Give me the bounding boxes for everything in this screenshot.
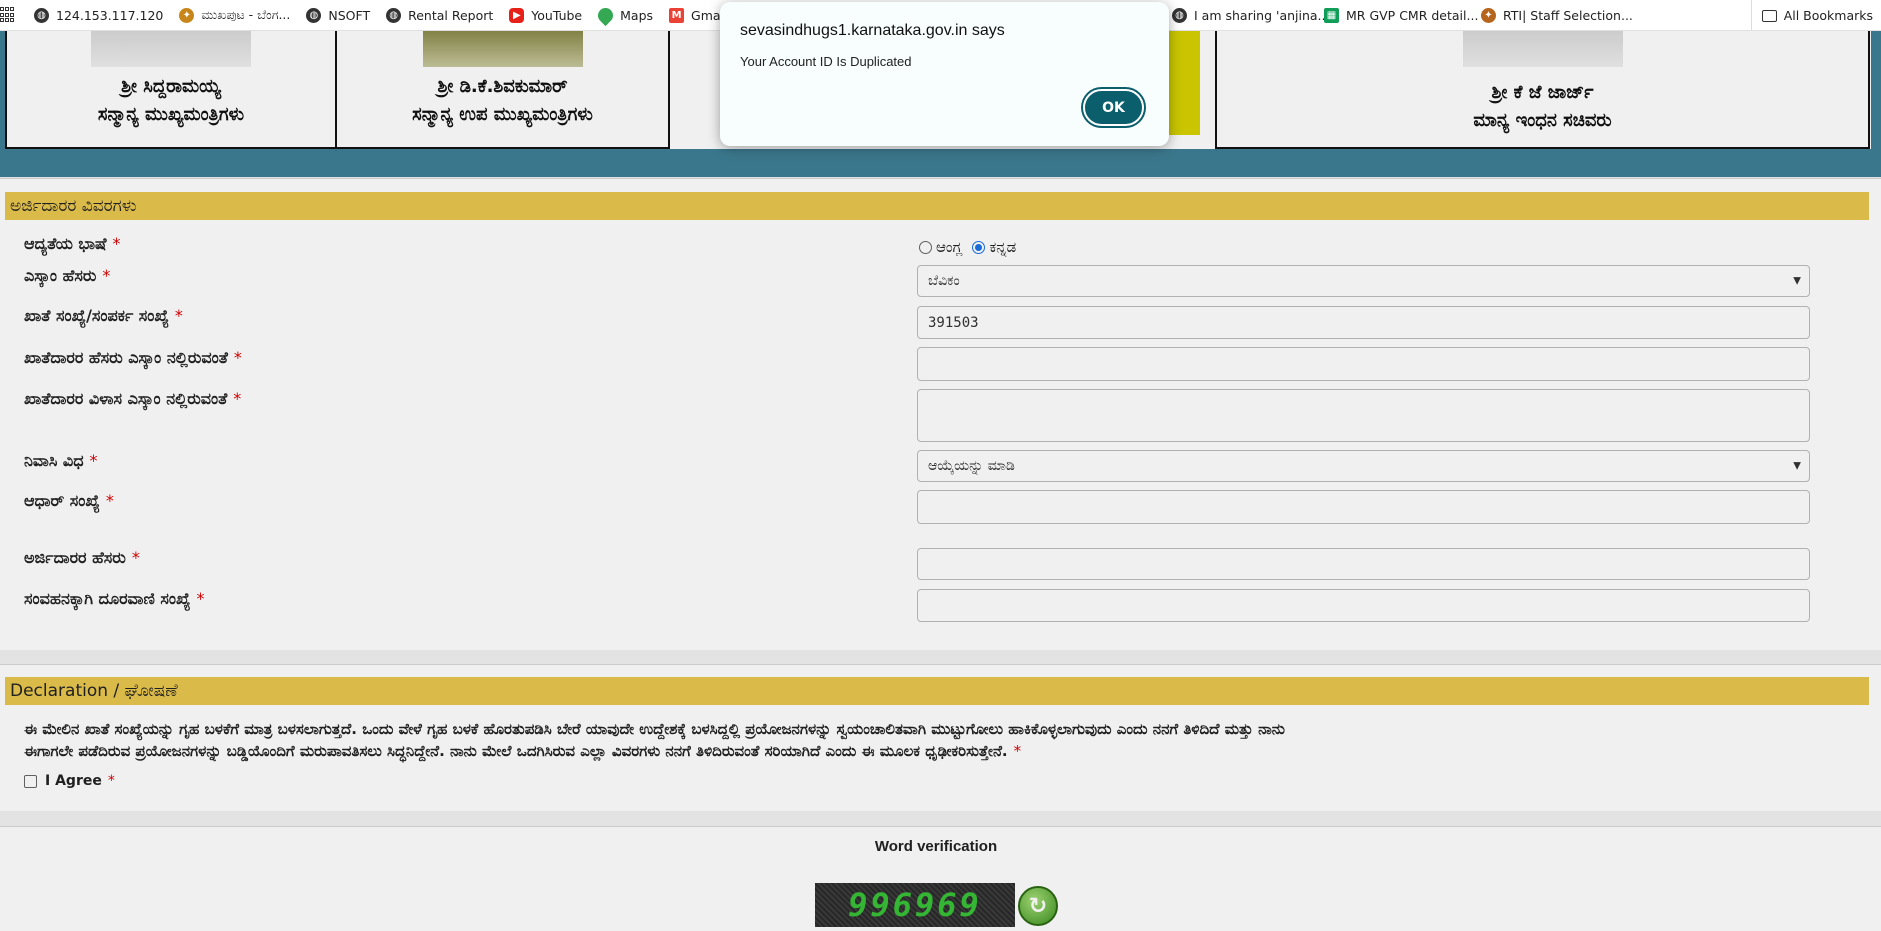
chevron-down-icon: ▼ (1793, 460, 1801, 472)
bookmark-item[interactable]: ◍ I am sharing 'anjina... (1172, 8, 1329, 23)
dialog-message: Your Account ID Is Duplicated (740, 54, 912, 69)
globe-icon: ◍ (386, 7, 402, 23)
maps-icon (595, 4, 617, 26)
residence-label: ನಿವಾಸಿ ವಿಧ * (24, 451, 98, 470)
bookmark-item[interactable]: ◍ NSOFT (306, 7, 370, 23)
leader-card: ಶ್ರೀ ಸಿದ್ದರಾಮಯ್ಯ ಸನ್ಮಾನ್ಯ ಮುಖ್ಯಮಂತ್ರಿಗಳು (5, 31, 337, 149)
section-title: ಅರ್ಜಿದಾರರ ವಿವರಗಳು (5, 192, 1869, 220)
youtube-icon: ▶ (509, 7, 525, 23)
leader-photo (1462, 31, 1623, 67)
leader-photo (422, 31, 583, 67)
globe-icon: ◍ (34, 7, 49, 23)
holder-address-textarea[interactable] (917, 389, 1810, 442)
leader-name: ಶ್ರೀ ಡಿ.ಕೆ.ಶಿವಕುಮಾರ್ (437, 76, 568, 97)
chevron-down-icon: ▼ (1793, 275, 1801, 287)
holder-name-label: ಖಾತೆದಾರರ ಹೆಸರು ಎಸ್ಕಾಂ ನಲ್ಲಿರುವಂತೆ * (24, 348, 242, 367)
agree-label: I Agree (45, 773, 102, 789)
account-label: ಖಾತೆ ಸಂಖ್ಯೆ/ಸಂಪರ್ಕ ಸಂಖ್ಯೆ * (24, 306, 183, 325)
leader-card: ಶ್ರೀ ಕೆ ಜೆ ಜಾರ್ಜ್ ಮಾನ್ಯ ಇಂಧನ ಸಚಿವರು (1215, 31, 1870, 149)
account-input[interactable]: 391503 (917, 306, 1810, 339)
agree-row: I Agree * (24, 773, 115, 789)
bookmark-item[interactable]: ✦ RTI| Staff Selection... (1481, 8, 1633, 23)
leader-role: ಸನ್ಮಾನ್ಯ ಮುಖ್ಯಮಂತ್ರಿಗಳು (97, 104, 245, 125)
agree-checkbox[interactable] (24, 774, 37, 788)
refresh-captcha-icon[interactable]: ↻ (1018, 886, 1058, 926)
escom-select[interactable]: ಬೆವಿಕಂ ▼ (917, 265, 1810, 297)
ok-button[interactable]: OK (1083, 89, 1144, 126)
captcha-image: 996969 (815, 883, 1015, 927)
applicant-name-label: ಅರ್ಜಿದಾರರ ಹೆಸರು * (24, 548, 140, 567)
dialog-title: sevasindhugs1.karnataka.gov.in says (740, 22, 1005, 39)
aadhaar-label: ಆಧಾರ್ ಸಂಖ್ಯೆ * (24, 491, 114, 510)
bookmark-item[interactable]: ◍ 124.153.117.120 (34, 7, 163, 23)
leader-photo (91, 31, 251, 67)
bookmark-item[interactable]: Maps (595, 4, 653, 26)
residence-select[interactable]: ಆಯ್ಕೆಯನ್ನು ಮಾಡಿ ▼ (917, 450, 1810, 482)
language-radio-kannada[interactable] (972, 240, 986, 254)
leader-name: ಶ್ರೀ ಸಿದ್ದರಾಮಯ್ಯ (121, 76, 221, 97)
globe-icon: ◍ (306, 7, 322, 23)
section-title: Declaration / ಘೋಷಣೆ (5, 677, 1869, 705)
phone-label: ಸಂವಹನಕ್ಕಾಗಿ ದೂರವಾಣಿ ಸಂಖ್ಯೆ * (24, 589, 205, 608)
alert-dialog: sevasindhugs1.karnataka.gov.in says Your… (720, 2, 1169, 146)
language-label: ಆದ್ಯತೆಯ ಭಾಷೆ * (24, 234, 121, 253)
bookmark-item[interactable]: ✦ ಮುಖಪುಟ - ಬೆಂಗ... (179, 7, 290, 23)
leader-role: ಮಾನ್ಯ ಇಂಧನ ಸಚಿವರು (1473, 110, 1612, 131)
phone-input[interactable] (917, 589, 1810, 622)
applicant-name-input[interactable] (917, 548, 1810, 580)
bookmark-item[interactable]: ▦ MR GVP CMR detail... (1324, 8, 1478, 23)
folder-icon (1761, 9, 1777, 22)
bookmark-item[interactable]: ◍ Rental Report (386, 7, 493, 23)
gmail-icon: M (669, 7, 685, 23)
aadhaar-input[interactable] (917, 490, 1810, 524)
apps-grid-icon[interactable] (0, 7, 16, 23)
leader-card: ಶ್ರೀ ಡಿ.ಕೆ.ಶಿವಕುಮಾರ್ ಸನ್ಮಾನ್ಯ ಉಪ ಮುಖ್ಯಮಂ… (335, 31, 670, 149)
sheets-icon: ▦ (1324, 8, 1339, 23)
bookmark-item[interactable]: ▶ YouTube (509, 7, 582, 23)
holder-name-input[interactable] (917, 347, 1810, 381)
leader-banner (1167, 31, 1200, 135)
leader-name: ಶ್ರೀ ಕೆ ಜೆ ಜಾರ್ಜ್ (1491, 82, 1594, 103)
emblem-icon: ✦ (1481, 8, 1496, 23)
leader-role: ಸನ್ಮಾನ್ಯ ಉಪ ಮುಖ್ಯಮಂತ್ರಿಗಳು (412, 104, 593, 125)
language-radio-group: ಆಂಗ್ಲ ಕನ್ನಡ (919, 238, 1016, 256)
holder-address-label: ಖಾತೆದಾರರ ವಿಳಾಸ ಎಸ್ಕಾಂ ನಲ್ಲಿರುವಂತೆ * (24, 389, 242, 408)
verification-title: Word verification (874, 838, 998, 855)
language-radio-english[interactable] (919, 240, 932, 254)
globe-icon: ◍ (1172, 8, 1187, 23)
escom-label: ಎಸ್ಕಾಂ ಹೆಸರು * (24, 266, 111, 285)
all-bookmarks-button[interactable]: All Bookmarks (1750, 0, 1881, 30)
declaration-text: ಈ ಮೇಲಿನ ಖಾತೆ ಸಂಖ್ಯೆಯನ್ನು ಗೃಹ ಬಳಕೆಗೆ ಮಾತ್… (24, 720, 1285, 760)
emblem-icon: ✦ (179, 7, 195, 23)
bookmark-item[interactable]: M Gmail (669, 7, 728, 23)
